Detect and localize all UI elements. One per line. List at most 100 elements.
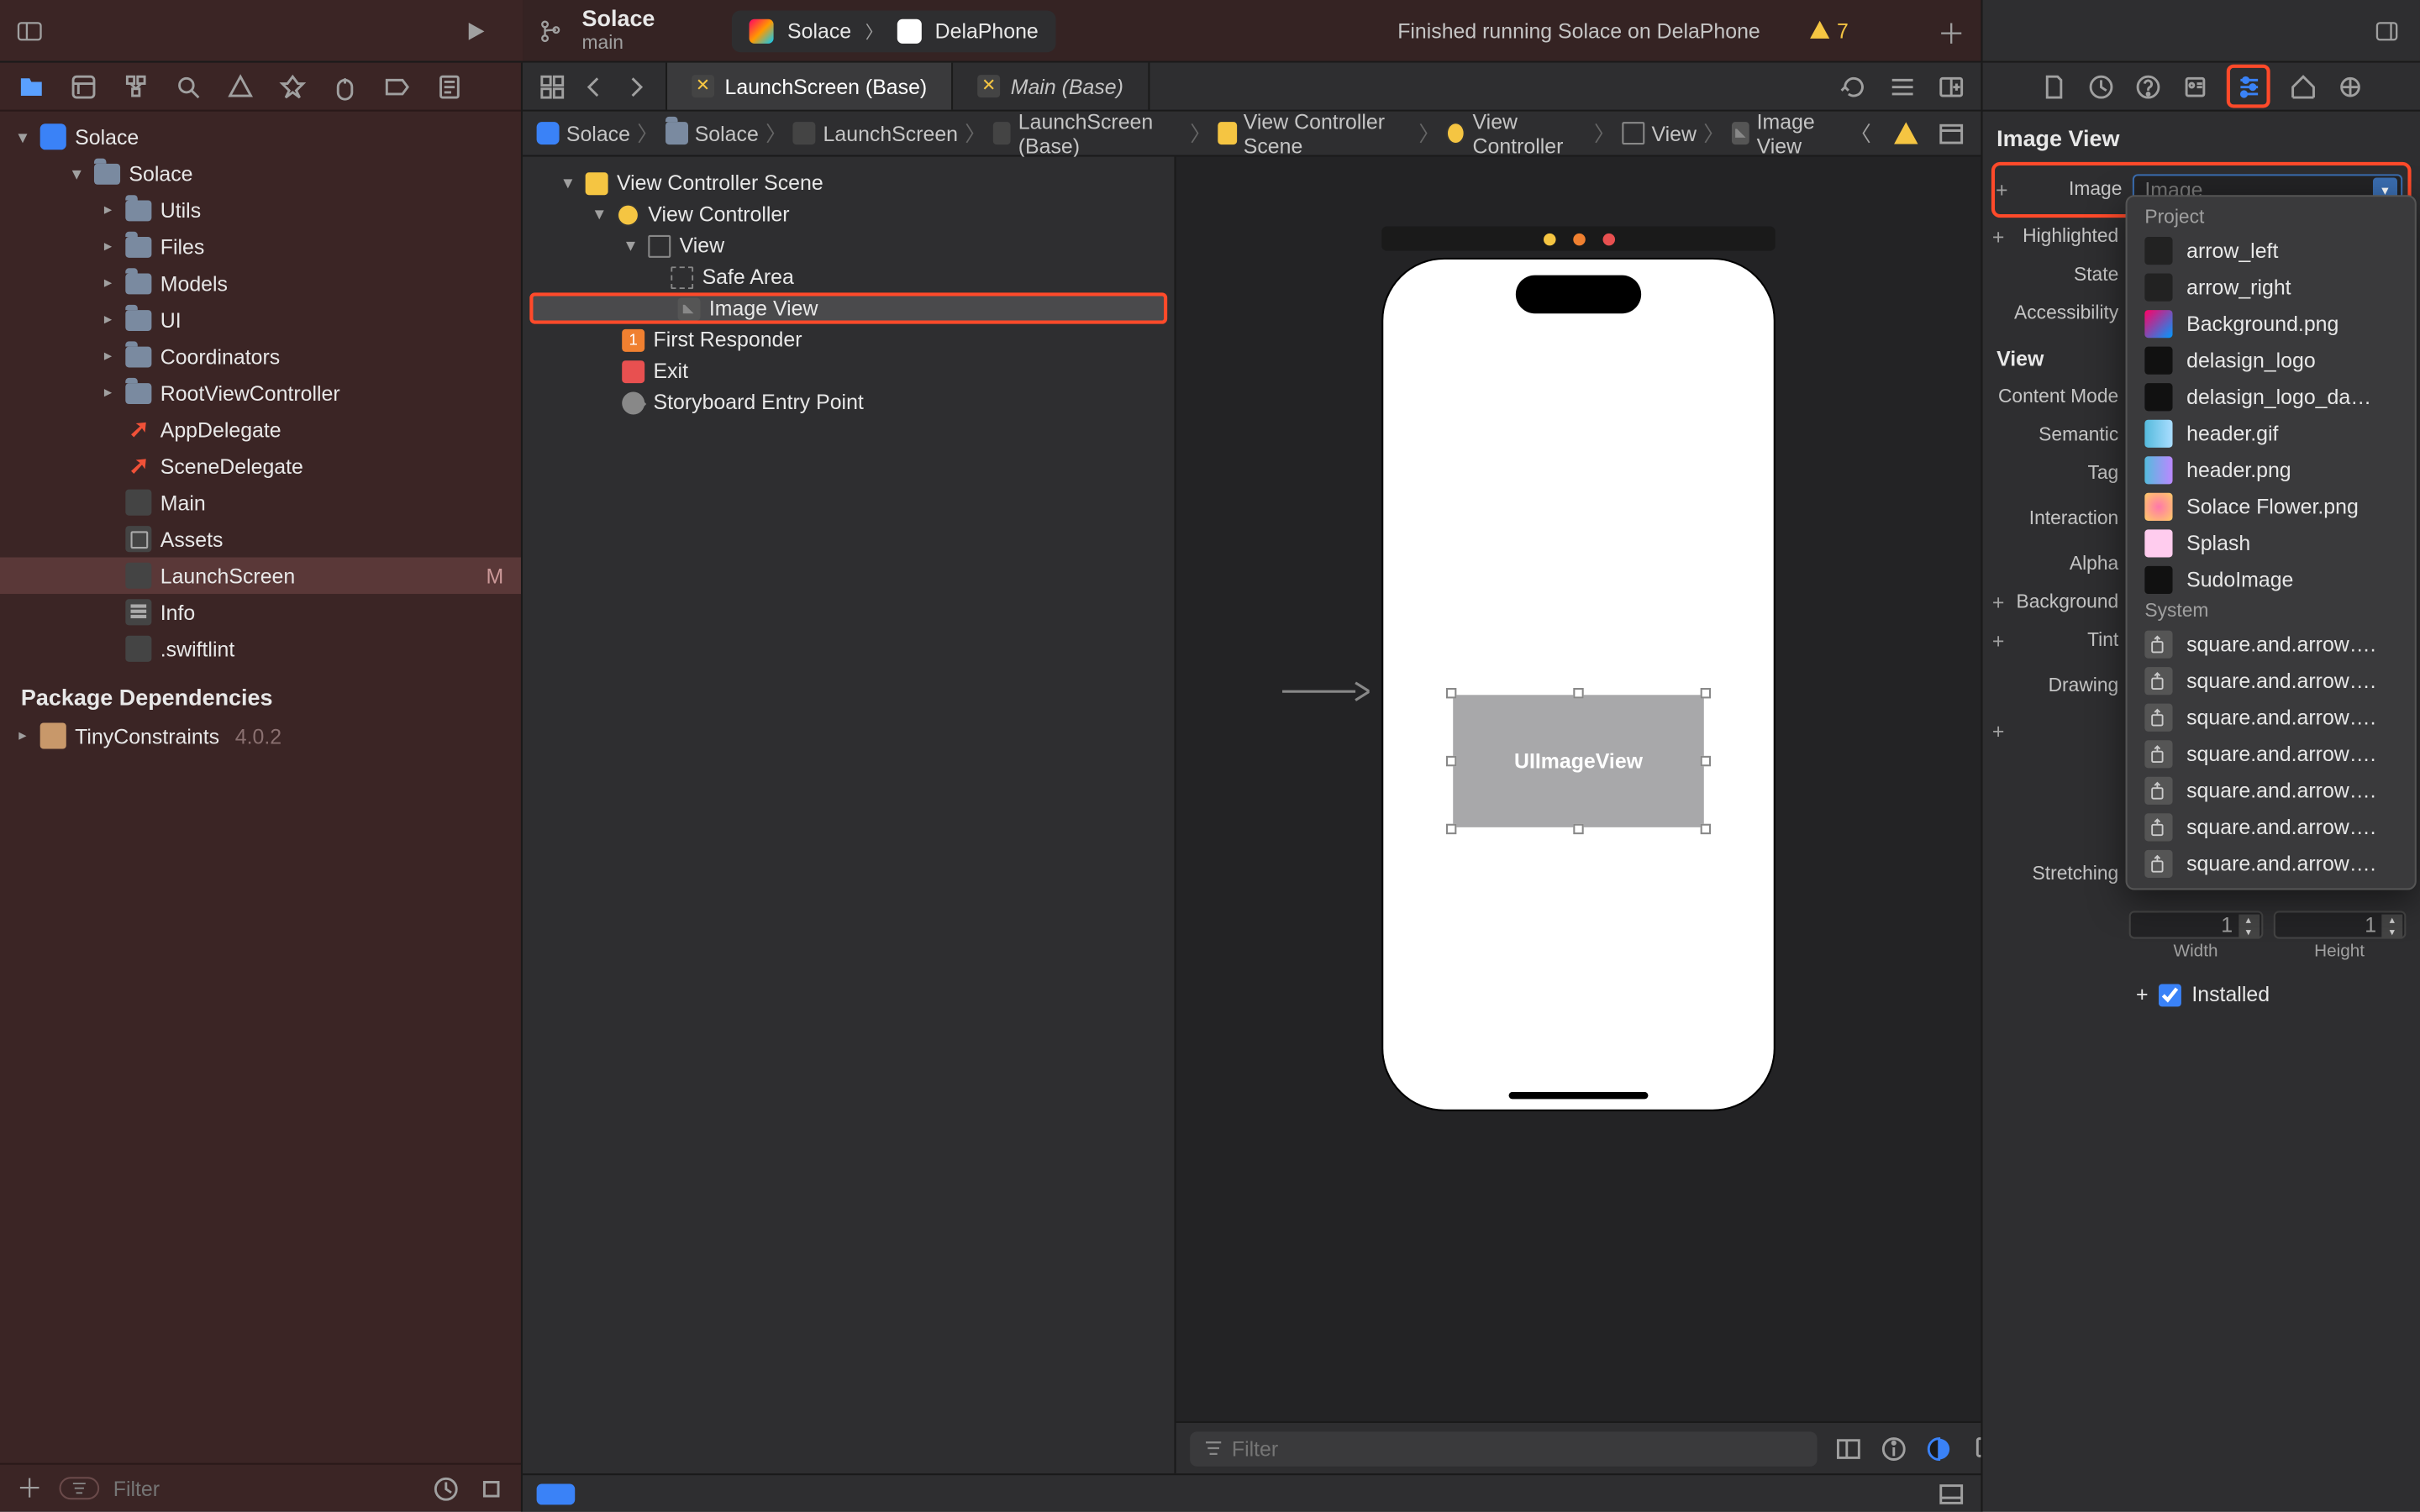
add-field-icon[interactable]: + — [1990, 591, 2007, 615]
tree-item-appdelegate[interactable]: AppDelegate — [0, 411, 521, 448]
debug-chip[interactable] — [537, 1483, 576, 1504]
dropdown-item[interactable]: delasign_logo_da… — [2128, 378, 2415, 415]
tree-item-scenedelegate[interactable]: SceneDelegate — [0, 448, 521, 485]
find-nav-icon[interactable] — [174, 72, 202, 100]
run-button[interactable] — [460, 15, 491, 46]
image-view-placeholder[interactable]: UIImageView — [1453, 695, 1704, 827]
tree-item-ui[interactable]: ▸UI — [0, 302, 521, 339]
connections-inspector-icon[interactable] — [2334, 71, 2364, 101]
orientation-icon[interactable] — [1970, 1432, 1981, 1463]
outline-safe[interactable]: Safe Area — [523, 261, 1174, 292]
dropdown-item[interactable]: square.and.arrow…. — [2128, 735, 2415, 772]
canvas[interactable]: UIImageView — [1176, 157, 1981, 1473]
debug-pane-icon[interactable] — [1936, 1478, 1967, 1509]
file-inspector-icon[interactable] — [2039, 71, 2068, 101]
tab-main[interactable]: ✕ Main (Base) — [953, 63, 1150, 110]
dropdown-item[interactable]: header.png — [2128, 451, 2415, 488]
dropdown-item[interactable]: square.and.arrow…. — [2128, 845, 2415, 882]
dropdown-item[interactable]: header.gif — [2128, 414, 2415, 451]
tree-item-info[interactable]: Info — [0, 594, 521, 631]
dropdown-item[interactable]: square.and.arrow…. — [2128, 625, 2415, 662]
issue-nav-icon[interactable] — [227, 72, 255, 100]
scheme-selector[interactable]: Solace 〉 DelaPhone — [732, 9, 1056, 51]
dropdown-item[interactable]: square.and.arrow…. — [2128, 808, 2415, 845]
recent-filter-icon[interactable] — [430, 1473, 461, 1504]
outline-image-view[interactable]: Image View — [529, 292, 1167, 323]
tree-item-utils[interactable]: ▸Utils — [0, 192, 521, 228]
history-inspector-icon[interactable] — [2086, 71, 2115, 101]
tree-item-solace[interactable]: ▼Solace — [0, 155, 521, 192]
dropdown-item[interactable]: Background.png — [2128, 305, 2415, 342]
source-control-nav-icon[interactable] — [70, 72, 97, 100]
filter-scope[interactable] — [59, 1477, 99, 1499]
outline-view[interactable]: ▼View — [523, 230, 1174, 261]
add-field-icon[interactable]: + — [1990, 719, 2007, 743]
tree-root[interactable]: ▼ Solace — [0, 118, 521, 155]
tab-launchscreen[interactable]: ✕ LaunchScreen (Base) — [667, 63, 953, 110]
related-items-icon[interactable] — [537, 71, 568, 102]
layout-icon[interactable] — [1834, 1432, 1862, 1463]
jump-bar[interactable]: Solace〉 Solace〉 LaunchScreen〉 LaunchScre… — [523, 112, 1981, 157]
appearance-icon[interactable] — [1925, 1432, 1953, 1463]
dropdown-item[interactable]: Solace Flower.png — [2128, 488, 2415, 525]
tree-item-.swiftlint[interactable]: .swiftlint — [0, 631, 521, 668]
outline-scene[interactable]: ▼View Controller Scene — [523, 167, 1174, 198]
tree-item-assets[interactable]: Assets — [0, 521, 521, 558]
add-icon[interactable]: ＋ — [14, 1473, 45, 1504]
dropdown-item[interactable]: square.and.arrow…. — [2128, 662, 2415, 699]
library-icon[interactable] — [2371, 15, 2402, 46]
attributes-inspector-icon[interactable] — [2233, 71, 2263, 101]
outline-exit[interactable]: Exit — [523, 355, 1174, 386]
debug-nav-icon[interactable] — [331, 72, 359, 100]
tree-item-launchscreen[interactable]: LaunchScreenM — [0, 557, 521, 594]
sidebar-toggle-icon[interactable] — [14, 15, 45, 46]
dropdown-item[interactable]: square.and.arrow…. — [2128, 772, 2415, 809]
warnings-badge[interactable]: 7 — [1809, 18, 1849, 43]
dropdown-item[interactable]: delasign_logo — [2128, 341, 2415, 378]
symbol-nav-icon[interactable] — [122, 72, 150, 100]
size-inspector-icon[interactable] — [2287, 71, 2317, 101]
report-nav-icon[interactable] — [435, 72, 463, 100]
tree-item-rootviewcontroller[interactable]: ▸RootViewController — [0, 375, 521, 412]
outline-entry[interactable]: Storyboard Entry Point — [523, 386, 1174, 417]
adjust-editor-icon[interactable] — [1886, 71, 1918, 102]
add-field-icon[interactable]: + — [1993, 177, 2011, 202]
test-nav-icon[interactable] — [279, 72, 307, 100]
branch-icon[interactable] — [537, 17, 565, 45]
refresh-icon[interactable] — [1838, 71, 1869, 102]
outline-first[interactable]: 1First Responder — [523, 324, 1174, 355]
scm-filter-icon[interactable] — [476, 1473, 507, 1504]
info-icon[interactable] — [1880, 1432, 1907, 1463]
dropdown-item[interactable]: SudoImage — [2128, 561, 2415, 598]
dropdown-item[interactable]: arrow_left — [2128, 232, 2415, 269]
breakpoint-nav-icon[interactable] — [383, 72, 411, 100]
add-editor-icon[interactable] — [1936, 71, 1967, 102]
add-field-icon[interactable]: + — [2136, 982, 2149, 1006]
back-icon[interactable] — [578, 71, 609, 102]
height-field[interactable]: 1▴▾ Height — [2273, 911, 2407, 961]
installed-row[interactable]: + Installed — [1996, 975, 2406, 1014]
forward-icon[interactable] — [620, 71, 651, 102]
help-inspector-icon[interactable] — [2133, 71, 2162, 101]
outline-toggle-icon[interactable] — [1936, 118, 1967, 149]
add-field-icon[interactable]: + — [1990, 628, 2007, 653]
outline-vc[interactable]: ▼View Controller — [523, 198, 1174, 229]
warning-icon[interactable] — [1891, 118, 1922, 149]
identity-inspector-icon[interactable] — [2180, 71, 2209, 101]
branch-info[interactable]: Solace main — [582, 8, 655, 54]
tree-item-main[interactable]: Main — [0, 484, 521, 521]
prev-issue-icon[interactable]: 〈 — [1845, 118, 1876, 149]
dep-item[interactable]: ▸ TinyConstraints 4.0.2 — [0, 717, 521, 754]
tree-item-files[interactable]: ▸Files — [0, 228, 521, 265]
tree-item-coordinators[interactable]: ▸Coordinators — [0, 338, 521, 375]
outline-filter[interactable] — [1190, 1431, 1817, 1465]
navigator-filter[interactable] — [113, 1476, 417, 1500]
dropdown-item[interactable]: square.and.arrow…. — [2128, 698, 2415, 735]
project-nav-icon[interactable] — [18, 72, 45, 100]
installed-checkbox[interactable] — [2159, 983, 2181, 1005]
add-field-icon[interactable]: + — [1990, 224, 2007, 249]
device-preview[interactable]: UIImageView — [1381, 258, 1776, 1111]
tree-item-models[interactable]: ▸Models — [0, 265, 521, 302]
new-tab-button[interactable]: ＋ — [1936, 15, 1967, 46]
dropdown-item[interactable]: Splash — [2128, 524, 2415, 561]
